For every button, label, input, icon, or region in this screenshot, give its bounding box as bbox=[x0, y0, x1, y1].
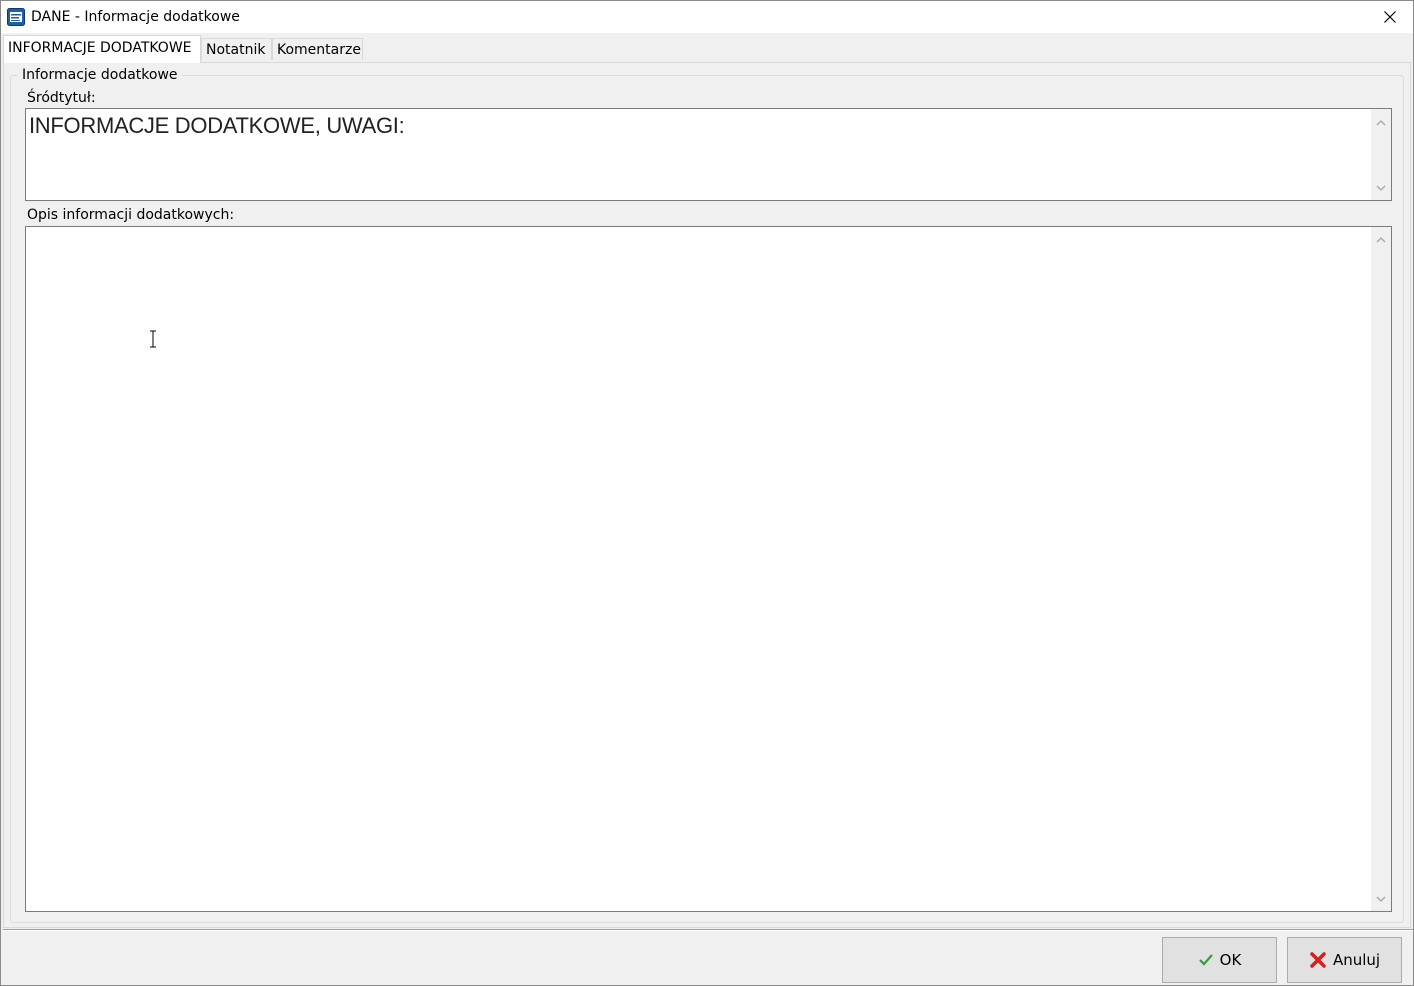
close-button[interactable] bbox=[1367, 1, 1413, 33]
groupbox-title: Informacje dodatkowe bbox=[18, 67, 182, 83]
bottom-divider-highlight bbox=[3, 930, 1413, 931]
scroll-down-icon[interactable] bbox=[1375, 893, 1387, 905]
scroll-up-icon[interactable] bbox=[1375, 117, 1387, 129]
cancel-button-label: Anuluj bbox=[1332, 951, 1381, 969]
scroll-up-icon[interactable] bbox=[1375, 234, 1387, 246]
tab-notatnik[interactable]: Notatnik bbox=[201, 38, 272, 60]
red-x-icon bbox=[1310, 952, 1326, 968]
subtitle-input[interactable]: INFORMACJE DODATKOWE, UWAGI: bbox=[25, 108, 1392, 201]
subtitle-label: Śródtytuł: bbox=[27, 90, 96, 106]
tab-label: Notatnik bbox=[206, 42, 266, 58]
description-scrollbar[interactable] bbox=[1371, 227, 1391, 911]
app-document-icon bbox=[7, 8, 25, 26]
tab-komentarze[interactable]: Komentarze bbox=[272, 38, 363, 60]
cancel-button[interactable]: Anuluj bbox=[1287, 937, 1402, 983]
dialog-window: DANE - Informacje dodatkowe INFORMACJE D… bbox=[0, 0, 1414, 986]
tab-label: INFORMACJE DODATKOWE bbox=[8, 40, 192, 56]
tab-informacje-dodatkowe[interactable]: INFORMACJE DODATKOWE bbox=[3, 35, 201, 63]
scroll-down-icon[interactable] bbox=[1375, 182, 1387, 194]
title-bar[interactable]: DANE - Informacje dodatkowe bbox=[1, 1, 1413, 33]
ok-button-label: OK bbox=[1219, 951, 1242, 969]
ok-button[interactable]: OK bbox=[1162, 937, 1277, 983]
window-title: DANE - Informacje dodatkowe bbox=[31, 9, 240, 25]
checkmark-icon bbox=[1198, 954, 1213, 966]
description-textarea[interactable] bbox=[25, 226, 1392, 912]
subtitle-scrollbar[interactable] bbox=[1371, 109, 1391, 200]
text-cursor-icon bbox=[150, 330, 156, 348]
close-icon bbox=[1384, 11, 1396, 23]
subtitle-input-text: INFORMACJE DODATKOWE, UWAGI: bbox=[29, 113, 405, 138]
description-label: Opis informacji dodatkowych: bbox=[27, 207, 235, 223]
tab-label: Komentarze bbox=[277, 42, 361, 58]
